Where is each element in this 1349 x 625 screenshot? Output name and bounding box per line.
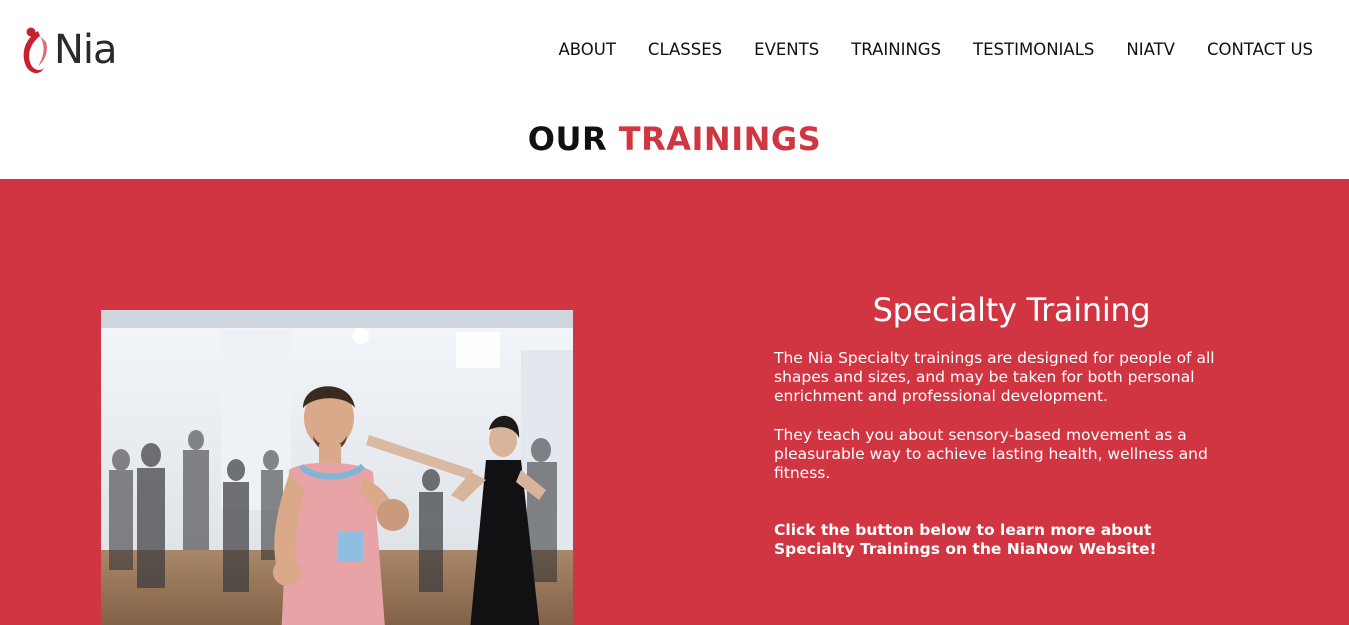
page-title: OUR TRAININGS [0, 118, 1349, 160]
specialty-cta-text: Click the button below to learn more abo… [774, 521, 1157, 558]
nav-about[interactable]: ABOUT [558, 38, 615, 62]
nav-events[interactable]: EVENTS [754, 38, 819, 62]
page-title-highlight: TRAININGS [618, 120, 822, 158]
nav-classes[interactable]: CLASSES [648, 38, 722, 62]
class-photo-illustration [101, 310, 573, 625]
logo-wordmark: Nia [54, 27, 118, 73]
nav-testimonials[interactable]: TESTIMONIALS [973, 38, 1094, 62]
dancer-figure-icon [23, 27, 47, 74]
site-header: Nia ABOUT CLASSES EVENTS TRAININGS TESTI… [0, 0, 1349, 100]
page-title-prefix: OUR [527, 120, 608, 158]
specialty-paragraph-1: The Nia Specialty trainings are designed… [774, 349, 1215, 405]
instructor-leading-dance-class-photo [101, 310, 573, 625]
specialty-training-section: Specialty Training The Nia Specialty tra… [0, 179, 1349, 625]
nav-trainings[interactable]: TRAININGS [851, 38, 941, 62]
specialty-paragraph-2: They teach you about sensory-based movem… [774, 426, 1208, 482]
nia-logo[interactable]: Nia [18, 22, 122, 78]
main-nav: ABOUT CLASSES EVENTS TRAININGS TESTIMONI… [558, 38, 1313, 62]
nav-contact-us[interactable]: CONTACT US [1207, 38, 1313, 62]
specialty-training-content: Specialty Training The Nia Specialty tra… [774, 291, 1234, 559]
specialty-training-heading: Specialty Training [872, 291, 1151, 329]
nav-niatv[interactable]: NIATV [1126, 38, 1175, 62]
